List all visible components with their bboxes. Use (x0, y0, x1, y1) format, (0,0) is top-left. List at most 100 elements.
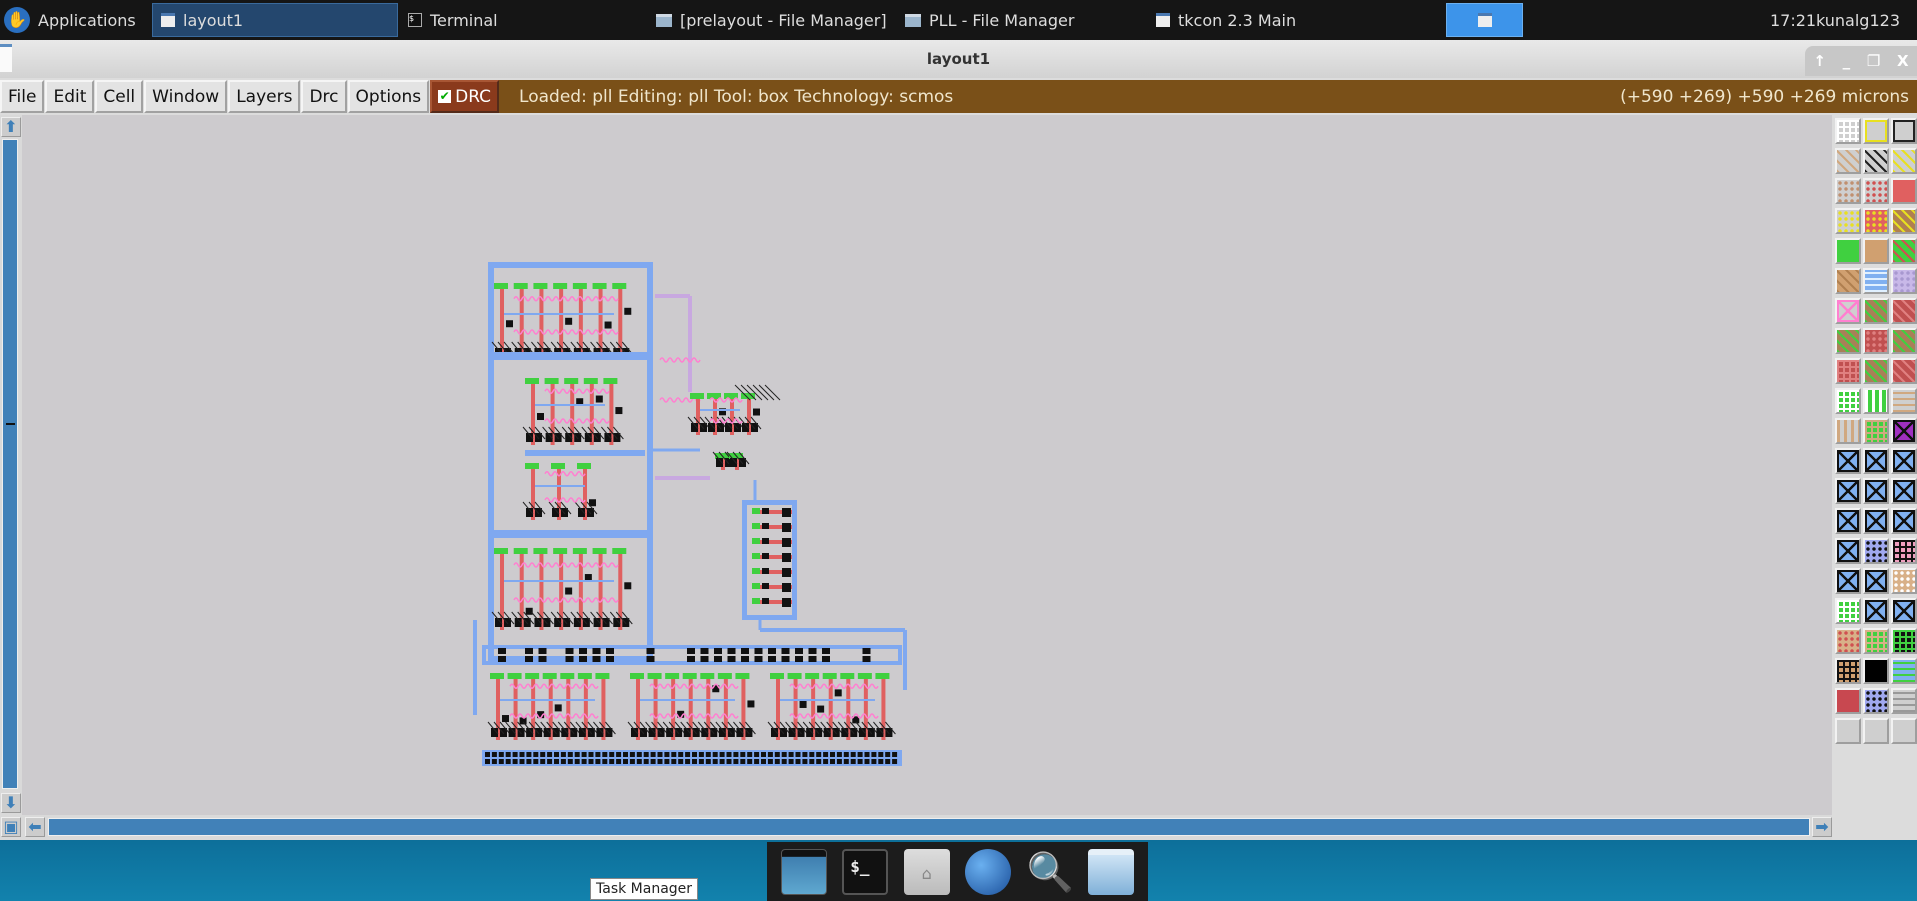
layer-tile[interactable] (1835, 538, 1861, 564)
layer-tile[interactable] (1891, 598, 1917, 624)
web-browser-icon[interactable] (965, 848, 1012, 895)
search-icon[interactable]: 🔍 (1027, 849, 1074, 895)
horizontal-scrollbar[interactable]: ▣ ⬅ ➡ (0, 815, 1832, 840)
layer-tile[interactable] (1863, 118, 1889, 144)
layer-tile[interactable] (1835, 508, 1861, 534)
user-menu[interactable]: kunalg123 (1808, 3, 1900, 37)
layer-tile[interactable] (1891, 388, 1917, 414)
layer-tile[interactable] (1835, 388, 1861, 414)
layer-tile[interactable] (1891, 478, 1917, 504)
layer-tile[interactable] (1891, 298, 1917, 324)
menu-layers[interactable]: Layers (228, 80, 301, 113)
layer-tile[interactable] (1863, 388, 1889, 414)
files-icon[interactable] (1088, 848, 1135, 895)
scroll-left-icon[interactable]: ⬅ (25, 817, 45, 837)
menu-cell[interactable]: Cell (95, 80, 144, 113)
menu-drc[interactable]: Drc (301, 80, 347, 113)
layer-tile[interactable] (1863, 328, 1889, 354)
home-folder-icon[interactable]: ⌂ (903, 848, 950, 895)
workspace-button[interactable] (1446, 3, 1523, 37)
layer-tile[interactable] (1863, 448, 1889, 474)
layout-canvas[interactable] (22, 115, 1832, 815)
task-pll-file-manager[interactable]: PLL - File Manager (897, 3, 1145, 37)
layer-tile[interactable] (1891, 328, 1917, 354)
layer-tile[interactable] (1835, 568, 1861, 594)
layer-tile[interactable] (1835, 208, 1861, 234)
layer-tile[interactable] (1863, 418, 1889, 444)
layer-tile[interactable] (1835, 178, 1861, 204)
layer-tile[interactable] (1835, 478, 1861, 504)
layer-tile[interactable] (1891, 568, 1917, 594)
layer-tile[interactable] (1835, 448, 1861, 474)
layer-tile[interactable] (1891, 238, 1917, 264)
task-tkcon[interactable]: tkcon 2.3 Main (1148, 3, 1398, 37)
layer-tile[interactable] (1891, 658, 1917, 684)
close-icon[interactable]: X (1897, 52, 1909, 70)
layer-tile[interactable] (1863, 628, 1889, 654)
layer-tile[interactable] (1863, 688, 1889, 714)
layer-tile[interactable] (1891, 628, 1917, 654)
scroll-down-icon[interactable]: ⬇ (1, 793, 21, 813)
layer-tile[interactable] (1835, 718, 1861, 744)
menu-file[interactable]: File (0, 80, 45, 113)
layer-tile[interactable] (1891, 718, 1917, 744)
layer-tile[interactable] (1835, 298, 1861, 324)
task-manager-icon[interactable] (780, 848, 827, 895)
scroll-up-icon[interactable]: ⬆ (1, 117, 21, 137)
contact (726, 759, 732, 764)
layer-tile[interactable] (1891, 178, 1917, 204)
layer-tile[interactable] (1835, 238, 1861, 264)
shade-icon[interactable]: ↑ (1813, 52, 1826, 70)
task-prelayout-file-manager[interactable]: [prelayout - File Manager] (648, 3, 895, 37)
layer-tile[interactable] (1891, 688, 1917, 714)
layer-tile[interactable] (1863, 268, 1889, 294)
layer-tile[interactable] (1863, 178, 1889, 204)
layer-tile[interactable] (1863, 298, 1889, 324)
layer-tile[interactable] (1863, 358, 1889, 384)
layer-tile[interactable] (1863, 478, 1889, 504)
layer-tile[interactable] (1835, 688, 1861, 714)
layer-tile[interactable] (1891, 538, 1917, 564)
menu-edit[interactable]: Edit (45, 80, 95, 113)
scroll-right-icon[interactable]: ➡ (1812, 817, 1832, 837)
task-terminal[interactable]: $ Terminal (400, 3, 645, 37)
layer-tile[interactable] (1891, 358, 1917, 384)
layer-tile[interactable] (1863, 508, 1889, 534)
minimize-icon[interactable]: _ (1843, 52, 1851, 70)
layer-tile[interactable] (1835, 358, 1861, 384)
vertical-scrollbar[interactable]: ⬆ ⬇ (0, 115, 22, 818)
layer-tile[interactable] (1891, 118, 1917, 144)
drc-toggle[interactable]: ✔ DRC (430, 80, 500, 113)
layer-tile[interactable] (1835, 658, 1861, 684)
layer-tile[interactable] (1863, 148, 1889, 174)
layer-tile[interactable] (1863, 718, 1889, 744)
layer-tile[interactable] (1863, 208, 1889, 234)
layer-tile[interactable] (1863, 568, 1889, 594)
layer-tile[interactable] (1891, 268, 1917, 294)
horizontal-scroll-thumb[interactable] (48, 818, 1810, 836)
layer-tile[interactable] (1835, 628, 1861, 654)
layer-tile[interactable] (1863, 538, 1889, 564)
layer-tile[interactable] (1835, 148, 1861, 174)
layer-tile[interactable] (1835, 418, 1861, 444)
layer-tile[interactable] (1835, 328, 1861, 354)
layer-tile[interactable] (1863, 598, 1889, 624)
layer-tile[interactable] (1891, 448, 1917, 474)
layer-tile[interactable] (1835, 268, 1861, 294)
menu-window[interactable]: Window (144, 80, 228, 113)
menu-options[interactable]: Options (347, 80, 430, 113)
layer-tile[interactable] (1835, 118, 1861, 144)
layer-tile[interactable] (1891, 208, 1917, 234)
layer-tile[interactable] (1835, 598, 1861, 624)
task-layout1[interactable]: layout1 (152, 3, 398, 37)
maximize-icon[interactable]: ❐ (1867, 52, 1880, 70)
applications-menu[interactable]: ✋ Applications (0, 3, 150, 37)
layer-tile[interactable] (1863, 238, 1889, 264)
layer-tile[interactable] (1863, 658, 1889, 684)
layer-tile[interactable] (1891, 148, 1917, 174)
layer-tile[interactable] (1891, 418, 1917, 444)
terminal-icon[interactable]: $_ (842, 848, 889, 895)
zoom-box-icon[interactable]: ▣ (1, 817, 21, 837)
vertical-scroll-thumb[interactable] (2, 139, 18, 789)
layer-tile[interactable] (1891, 508, 1917, 534)
